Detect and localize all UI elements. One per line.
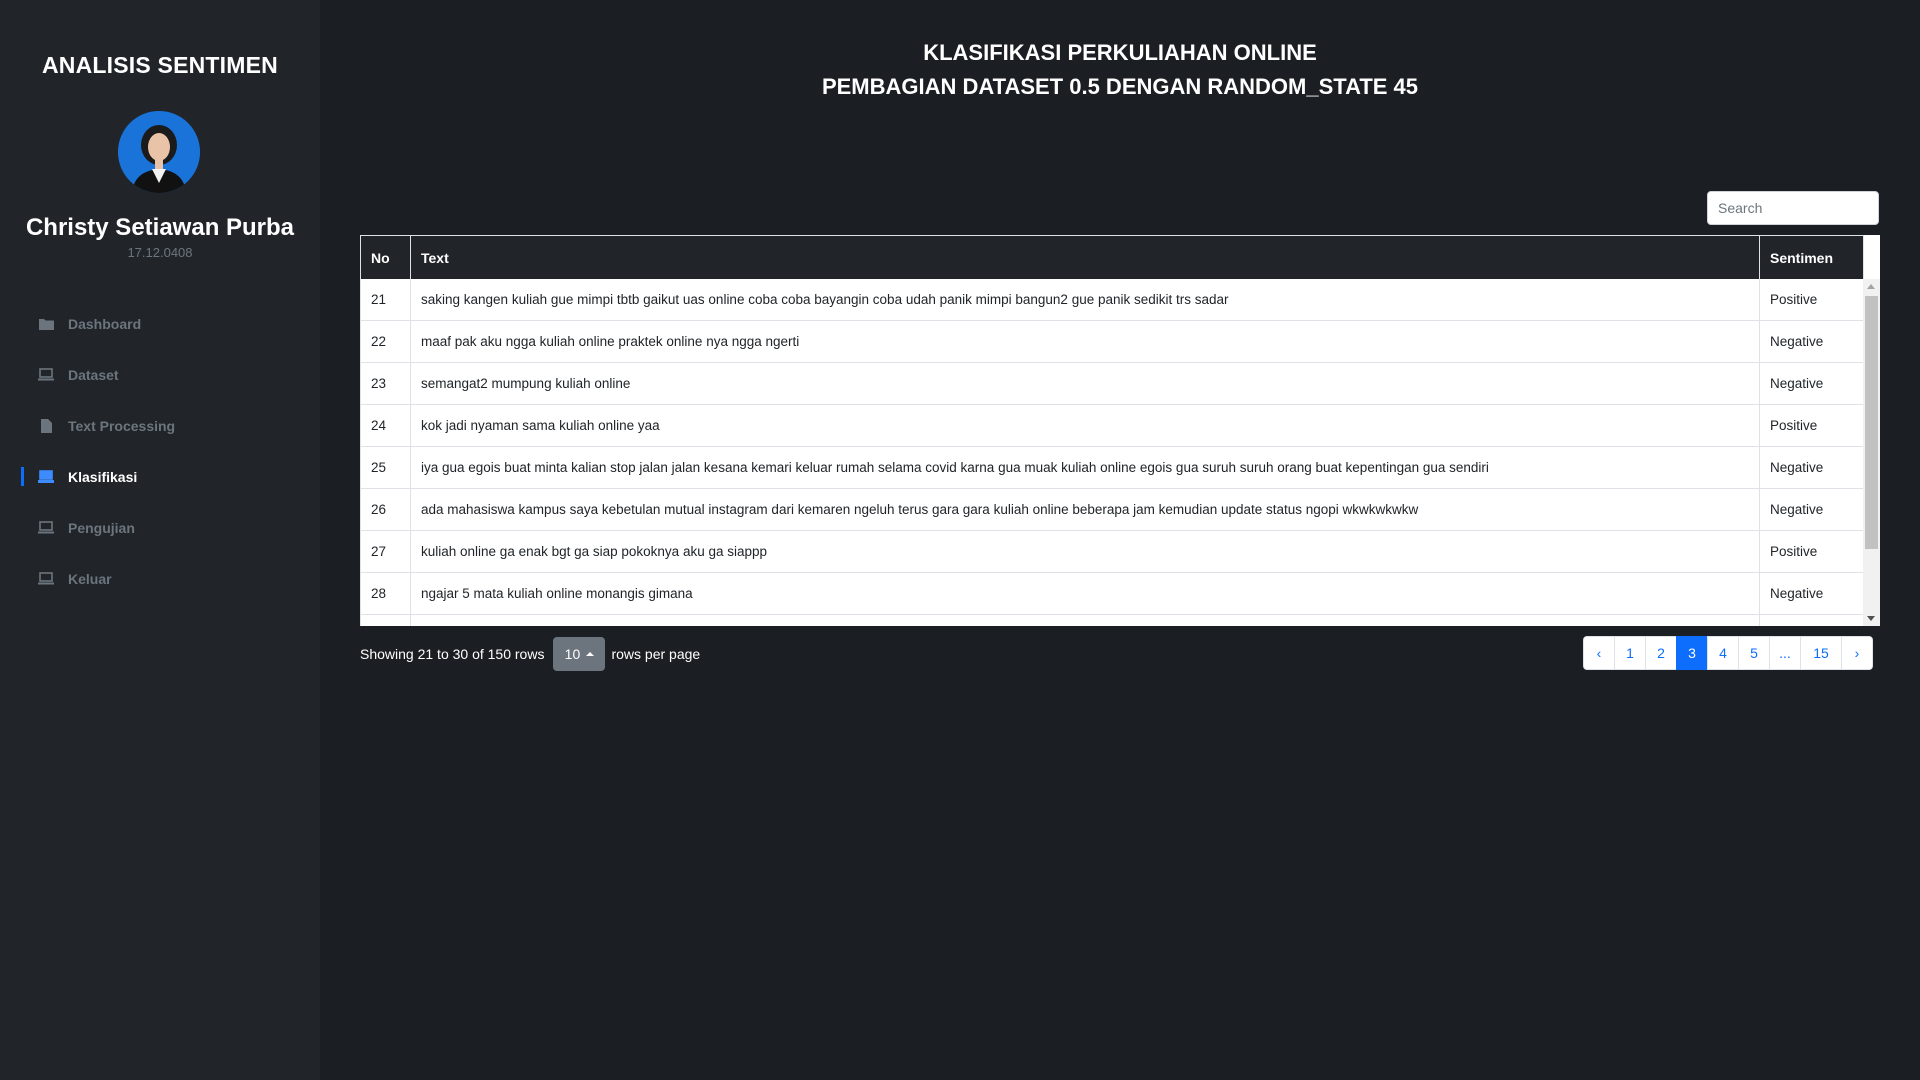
brand-title: ANALISIS SENTIMEN — [42, 52, 278, 78]
page-button-4[interactable]: 4 — [1707, 636, 1739, 670]
user-id: 17.12.0408 — [127, 245, 193, 260]
cell-sentimen: Negative — [1759, 362, 1864, 405]
sidebar-nav: Dashboard Dataset Text Processing Klasif… — [0, 298, 320, 604]
data-table-container: No Text Sentimen 21 saking kangen kuliah… — [360, 235, 1880, 626]
cell-sentimen: Negative — [1759, 320, 1864, 363]
table-scrollbar[interactable] — [1863, 279, 1880, 626]
cell-no: 24 — [360, 404, 411, 447]
sidebar-item-klasifikasi[interactable]: Klasifikasi — [0, 451, 320, 502]
sidebar-item-label: Dataset — [68, 366, 119, 383]
cell-text: ngajar 5 mata kuliah online monangis gim… — [410, 572, 1760, 615]
cell-sentimen: Positive — [1759, 530, 1864, 573]
page-prev-button[interactable]: ‹ — [1583, 636, 1615, 670]
sidebar-item-label: Klasifikasi — [68, 468, 138, 485]
sidebar-item-pengujian[interactable]: Pengujian — [0, 502, 320, 553]
cell-sentimen: Positive — [1759, 279, 1864, 321]
cell-text: maaf pak aku ngga kuliah online praktek … — [410, 320, 1760, 363]
sidebar-item-label: Keluar — [68, 570, 112, 587]
table-row: 28 ngajar 5 mata kuliah online monangis … — [360, 572, 1864, 615]
cell-empty — [360, 614, 411, 626]
cell-text: ada mahasiswa kampus saya kebetulan mutu… — [410, 488, 1760, 531]
cell-empty — [410, 614, 1760, 626]
cell-text: semangat2 mumpung kuliah online — [410, 362, 1760, 405]
page-next-button[interactable]: › — [1841, 636, 1873, 670]
table-header-row: No Text Sentimen — [360, 235, 1864, 279]
sidebar-item-dashboard[interactable]: Dashboard — [0, 298, 320, 349]
file-icon — [38, 418, 54, 433]
page-button-3[interactable]: 3 — [1676, 636, 1708, 670]
table-row: 25 iya gua egois buat minta kalian stop … — [360, 446, 1864, 489]
page-button-2[interactable]: 2 — [1645, 636, 1677, 670]
sidebar-item-text-processing[interactable]: Text Processing — [0, 400, 320, 451]
laptop-icon — [38, 470, 54, 484]
laptop-icon — [38, 368, 54, 382]
search-input[interactable] — [1707, 191, 1879, 225]
table-row: 23 semangat2 mumpung kuliah online Negat… — [360, 362, 1864, 405]
cell-no: 23 — [360, 362, 411, 405]
sidebar-item-dataset[interactable]: Dataset — [0, 349, 320, 400]
page-title: KLASIFIKASI PERKULIAHAN ONLINE — [923, 40, 1317, 65]
table-row: 21 saking kangen kuliah gue mimpi tbtb g… — [360, 279, 1864, 321]
scroll-thumb[interactable] — [1865, 296, 1878, 549]
sidebar: ANALISIS SENTIMEN Christy Setiawan Purba… — [0, 0, 320, 1080]
table-row: 24 kok jadi nyaman sama kuliah online ya… — [360, 404, 1864, 447]
column-header-no[interactable]: No — [360, 235, 411, 279]
rows-per-page-label: rows per page — [611, 646, 701, 662]
table-row: 26 ada mahasiswa kampus saya kebetulan m… — [360, 488, 1864, 531]
cell-sentimen: Positive — [1759, 404, 1864, 447]
page-button-15[interactable]: 15 — [1800, 636, 1842, 670]
cell-no: 25 — [360, 446, 411, 489]
page-header: KLASIFIKASI PERKULIAHAN ONLINE PEMBAGIAN… — [320, 36, 1920, 104]
pagination: ‹ 1 2 3 4 5 ... 15 › — [1583, 636, 1873, 670]
table-row-partial — [360, 614, 1864, 626]
cell-sentimen: Negative — [1759, 488, 1864, 531]
cell-text: saking kangen kuliah gue mimpi tbtb gaik… — [410, 279, 1760, 321]
cell-no: 26 — [360, 488, 411, 531]
cell-text: kuliah online ga enak bgt ga siap pokokn… — [410, 530, 1760, 573]
column-header-text[interactable]: Text — [410, 235, 1760, 279]
sidebar-item-label: Pengujian — [68, 519, 135, 536]
cell-no: 22 — [360, 320, 411, 363]
cell-empty — [1759, 614, 1864, 626]
page-button-1[interactable]: 1 — [1614, 636, 1646, 670]
folder-icon — [38, 317, 54, 331]
table-row: 27 kuliah online ga enak bgt ga siap pok… — [360, 530, 1864, 573]
page-size-value: 10 — [564, 646, 581, 662]
page-button-5[interactable]: 5 — [1738, 636, 1770, 670]
user-name: Christy Setiawan Purba — [25, 214, 295, 241]
scroll-up-arrow-icon[interactable] — [1867, 284, 1875, 289]
caret-up-icon — [586, 652, 595, 656]
cell-sentimen: Negative — [1759, 446, 1864, 489]
page-subtitle: PEMBAGIAN DATASET 0.5 DENGAN RANDOM_STAT… — [821, 74, 1419, 99]
cell-no: 28 — [360, 572, 411, 615]
cell-no: 27 — [360, 530, 411, 573]
sidebar-item-label: Dashboard — [68, 315, 142, 332]
laptop-icon — [38, 521, 54, 535]
page-size-dropdown[interactable]: 10 — [553, 637, 606, 671]
sidebar-item-keluar[interactable]: Keluar — [0, 553, 320, 604]
cell-no: 21 — [360, 279, 411, 321]
sidebar-item-label: Text Processing — [68, 417, 176, 434]
laptop-icon — [38, 572, 54, 586]
avatar — [118, 111, 200, 193]
showing-rows-text: Showing 21 to 30 of 150 rows — [360, 646, 545, 662]
pagination-info: Showing 21 to 30 of 150 rows 10 rows per… — [360, 637, 700, 671]
cell-text: iya gua egois buat minta kalian stop jal… — [410, 446, 1760, 489]
cell-sentimen: Negative — [1759, 572, 1864, 615]
column-header-sentimen[interactable]: Sentimen — [1759, 235, 1864, 279]
data-table: No Text Sentimen 21 saking kangen kuliah… — [360, 235, 1864, 626]
scroll-down-arrow-icon[interactable] — [1867, 616, 1875, 621]
cell-text: kok jadi nyaman sama kuliah online yaa — [410, 404, 1760, 447]
table-row: 22 maaf pak aku ngga kuliah online prakt… — [360, 320, 1864, 363]
page-ellipsis: ... — [1769, 636, 1801, 670]
